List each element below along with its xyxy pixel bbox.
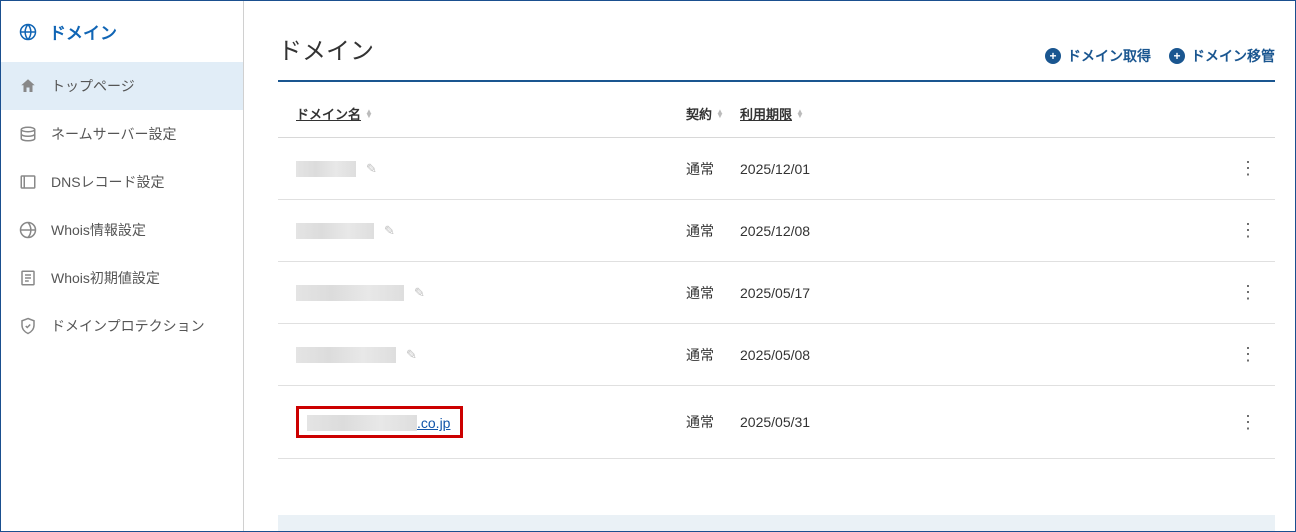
sidebar-item-protection[interactable]: ドメインプロテクション [1, 302, 243, 350]
masked-domain-text[interactable] [296, 347, 396, 363]
highlighted-domain[interactable]: .co.jp [296, 406, 463, 438]
domain-suffix[interactable]: .co.jp [417, 415, 450, 431]
sidebar-item-top[interactable]: トップページ [1, 62, 243, 110]
sidebar-header: ドメイン [1, 1, 243, 62]
edit-icon[interactable]: ✎ [366, 161, 377, 177]
sidebar-item-dns[interactable]: DNSレコード設定 [1, 158, 243, 206]
sidebar: ドメイン トップページ ネームサーバー設定 DNSレコード設定 Whois情報設 [1, 1, 244, 531]
date-cell: 2025/12/08 [740, 223, 1227, 239]
edit-icon[interactable]: ✎ [384, 223, 395, 239]
nameserver-icon [19, 125, 37, 143]
col-domain-header[interactable]: ドメイン名 ▲▼ [296, 104, 686, 123]
table-row: ✎ 通常2025/05/08 ⋮ [278, 324, 1275, 386]
contract-cell: 通常 [686, 412, 740, 432]
dns-icon [19, 173, 37, 191]
masked-domain-text [307, 415, 417, 431]
home-icon [19, 77, 37, 95]
row-menu-button[interactable]: ⋮ [1239, 158, 1257, 178]
page-title: ドメイン [278, 31, 374, 66]
col-contract-header[interactable]: 契約 ▲▼ [686, 104, 740, 123]
row-menu-button[interactable]: ⋮ [1239, 344, 1257, 364]
col-date-header[interactable]: 利用期限 ▲▼ [740, 104, 1227, 123]
sidebar-item-label: トップページ [51, 76, 135, 96]
row-menu-button[interactable]: ⋮ [1239, 220, 1257, 240]
contract-cell: 通常 [686, 159, 740, 179]
sidebar-item-nameserver[interactable]: ネームサーバー設定 [1, 110, 243, 158]
sort-icon: ▲▼ [716, 110, 724, 118]
sidebar-item-whois-default[interactable]: Whois初期値設定 [1, 254, 243, 302]
acquire-domain-button[interactable]: + ドメイン取得 [1045, 46, 1151, 66]
table-row: ✎ 通常2025/12/08 ⋮ [278, 200, 1275, 262]
transfer-domain-button[interactable]: + ドメイン移管 [1169, 46, 1275, 66]
sidebar-item-label: ネームサーバー設定 [51, 124, 176, 144]
date-cell: 2025/12/01 [740, 161, 1227, 177]
edit-icon[interactable]: ✎ [406, 347, 417, 363]
service-news-box: サービスニュース [278, 515, 1275, 531]
shield-icon [19, 317, 37, 335]
masked-domain-text[interactable] [296, 223, 374, 239]
date-cell: 2025/05/31 [740, 414, 1227, 430]
contract-cell: 通常 [686, 221, 740, 241]
sidebar-item-whois[interactable]: Whois情報設定 [1, 206, 243, 254]
table-row: ✎ 通常2025/05/17 ⋮ [278, 262, 1275, 324]
table-row: ✎ 通常2025/12/01 ⋮ [278, 138, 1275, 200]
masked-domain-text[interactable] [296, 161, 356, 177]
sidebar-title: ドメイン [49, 19, 117, 44]
plus-circle-icon: + [1045, 48, 1061, 64]
sidebar-item-label: ドメインプロテクション [51, 316, 205, 336]
sidebar-item-label: Whois初期値設定 [51, 268, 160, 288]
table-row: .co.jp 通常2025/05/31 ⋮ [278, 386, 1275, 459]
globe-icon [19, 23, 37, 41]
main-content: ドメイン + ドメイン取得 + ドメイン移管 ドメイン名 ▲▼ 契約 [244, 1, 1295, 531]
whois-icon [19, 221, 37, 239]
sidebar-item-label: DNSレコード設定 [51, 172, 165, 192]
sidebar-item-label: Whois情報設定 [51, 220, 146, 240]
row-menu-button[interactable]: ⋮ [1239, 282, 1257, 302]
row-menu-button[interactable]: ⋮ [1239, 412, 1257, 432]
table-header: ドメイン名 ▲▼ 契約 ▲▼ 利用期限 ▲▼ [278, 104, 1275, 138]
date-cell: 2025/05/08 [740, 347, 1227, 363]
date-cell: 2025/05/17 [740, 285, 1227, 301]
sort-icon: ▲▼ [796, 110, 804, 118]
whois-default-icon [19, 269, 37, 287]
page-actions: + ドメイン取得 + ドメイン移管 [1045, 46, 1275, 66]
sort-icon: ▲▼ [365, 110, 373, 118]
page-header: ドメイン + ドメイン取得 + ドメイン移管 [278, 1, 1275, 82]
action-label: ドメイン取得 [1067, 46, 1151, 66]
contract-cell: 通常 [686, 345, 740, 365]
action-label: ドメイン移管 [1191, 46, 1275, 66]
contract-cell: 通常 [686, 283, 740, 303]
masked-domain-text[interactable] [296, 285, 404, 301]
edit-icon[interactable]: ✎ [414, 285, 425, 301]
domain-table: ドメイン名 ▲▼ 契約 ▲▼ 利用期限 ▲▼ ✎通常2025/12/01⋮✎通常… [278, 104, 1275, 459]
plus-circle-icon: + [1169, 48, 1185, 64]
